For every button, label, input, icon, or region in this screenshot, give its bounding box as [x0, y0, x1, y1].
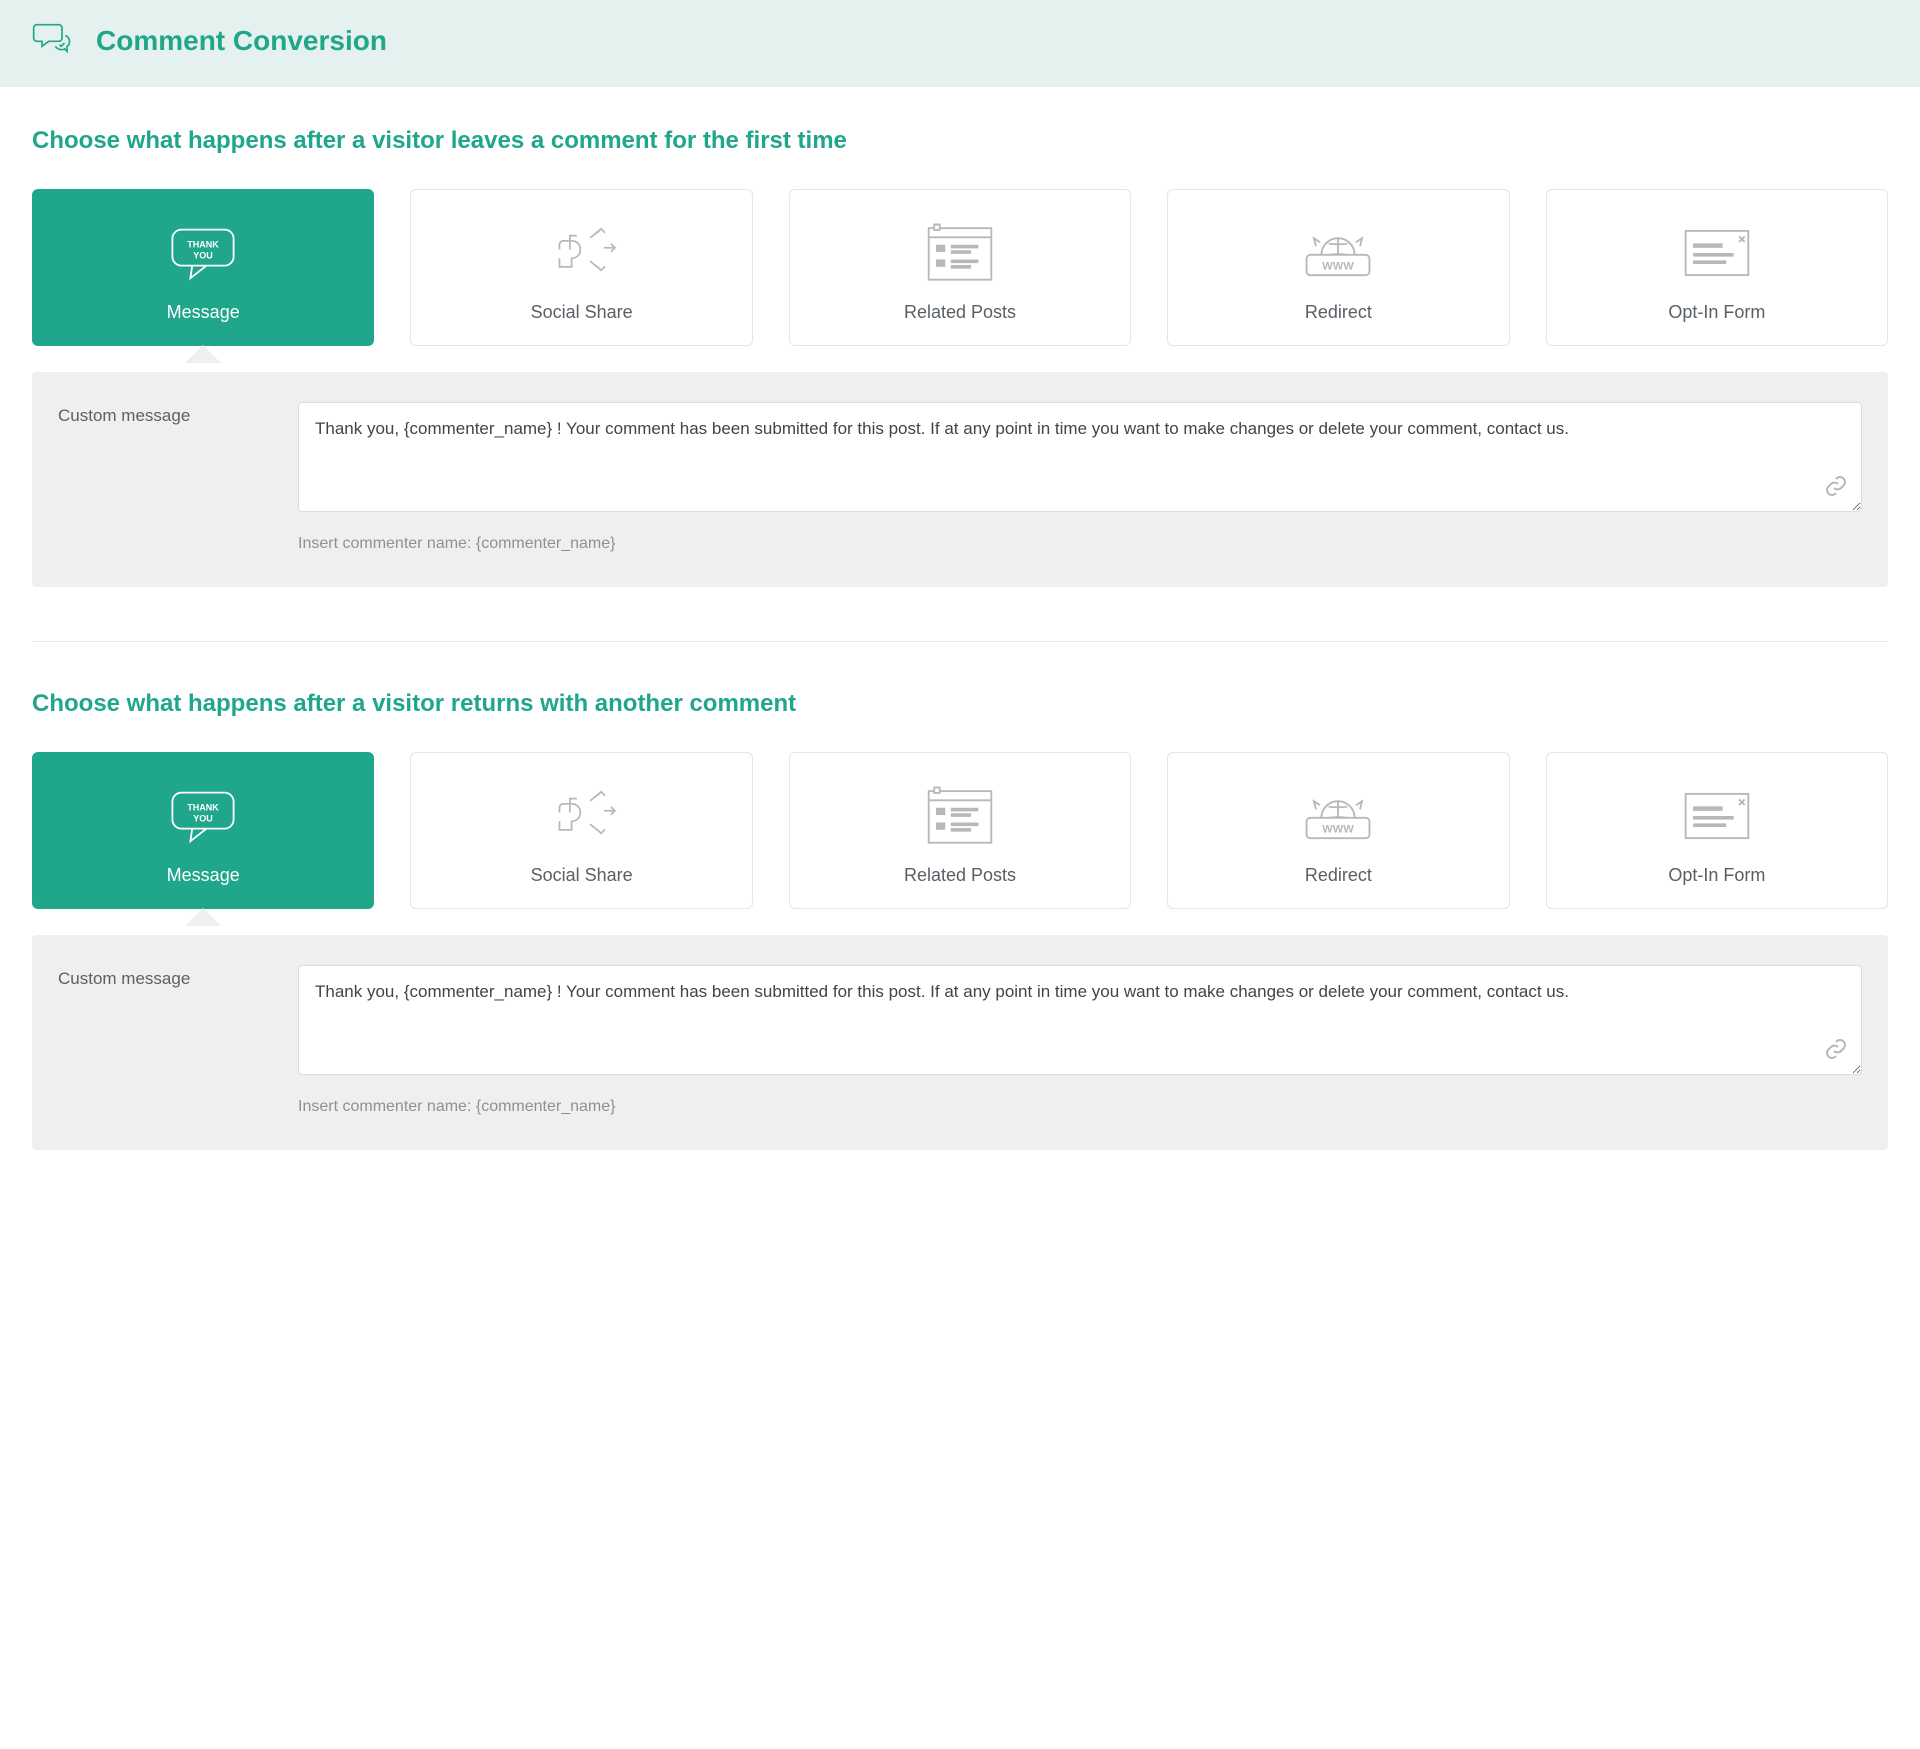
section-title-returning-comment: Choose what happens after a visitor retu…	[32, 690, 1888, 718]
card-message[interactable]: THANK YOU Message	[32, 189, 374, 346]
section-title-first-comment: Choose what happens after a visitor leav…	[32, 127, 1888, 155]
message-bubble-icon: THANK YOU	[43, 777, 363, 855]
panel-label: Custom message	[58, 965, 258, 1116]
card-redirect[interactable]: WWW Redirect	[1167, 752, 1509, 909]
card-message[interactable]: THANK YOU Message	[32, 752, 374, 909]
page-header: Comment Conversion	[0, 0, 1920, 87]
custom-message-input[interactable]	[298, 965, 1862, 1075]
card-opt-in-form[interactable]: Opt-In Form	[1546, 752, 1888, 909]
comment-conversion-icon	[32, 18, 72, 63]
card-label: Redirect	[1178, 302, 1498, 323]
card-label: Message	[43, 302, 363, 323]
card-social-share[interactable]: Social Share	[410, 189, 752, 346]
social-share-icon	[421, 214, 741, 292]
commenter-name-hint: Insert commenter name: {commenter_name}	[298, 1098, 1862, 1116]
link-icon[interactable]	[1824, 474, 1848, 503]
card-redirect[interactable]: WWW Redirect	[1167, 189, 1509, 346]
card-label: Message	[43, 865, 363, 886]
redirect-icon: WWW	[1178, 777, 1498, 855]
svg-text:YOU: YOU	[193, 813, 213, 823]
panel-label: Custom message	[58, 402, 258, 553]
related-posts-icon	[800, 777, 1120, 855]
card-label: Redirect	[1178, 865, 1498, 886]
social-share-icon	[421, 777, 741, 855]
card-label: Social Share	[421, 302, 741, 323]
svg-text:THANK: THANK	[187, 803, 219, 813]
card-label: Opt-In Form	[1557, 865, 1877, 886]
card-label: Related Posts	[800, 302, 1120, 323]
card-opt-in-form[interactable]: Opt-In Form	[1546, 189, 1888, 346]
card-label: Opt-In Form	[1557, 302, 1877, 323]
section-divider	[32, 641, 1888, 642]
message-bubble-icon: THANK YOU	[43, 214, 363, 292]
card-social-share[interactable]: Social Share	[410, 752, 752, 909]
svg-text:WWW: WWW	[1323, 261, 1355, 273]
custom-message-input[interactable]	[298, 402, 1862, 512]
link-icon[interactable]	[1824, 1037, 1848, 1066]
card-label: Social Share	[421, 865, 741, 886]
card-related-posts[interactable]: Related Posts	[789, 189, 1131, 346]
message-panel-first: Custom message Insert commenter name: {c…	[32, 372, 1888, 587]
message-panel-returning: Custom message Insert commenter name: {c…	[32, 935, 1888, 1150]
page-title: Comment Conversion	[96, 25, 387, 57]
opt-in-form-icon	[1557, 214, 1877, 292]
option-cards-first: THANK YOU Message Social Share	[32, 189, 1888, 346]
option-cards-returning: THANK YOU Message Social Share	[32, 752, 1888, 909]
opt-in-form-icon	[1557, 777, 1877, 855]
svg-text:YOU: YOU	[193, 250, 213, 260]
card-related-posts[interactable]: Related Posts	[789, 752, 1131, 909]
redirect-icon: WWW	[1178, 214, 1498, 292]
card-label: Related Posts	[800, 865, 1120, 886]
svg-text:WWW: WWW	[1323, 824, 1355, 836]
commenter-name-hint: Insert commenter name: {commenter_name}	[298, 535, 1862, 553]
svg-text:THANK: THANK	[187, 240, 219, 250]
related-posts-icon	[800, 214, 1120, 292]
